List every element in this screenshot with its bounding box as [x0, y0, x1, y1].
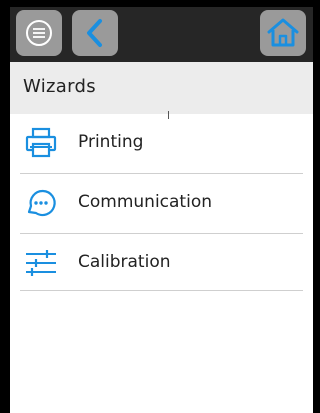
wizard-item-printing[interactable]: Printing: [10, 114, 313, 173]
menu-button[interactable]: [16, 10, 62, 56]
back-button[interactable]: [72, 10, 118, 56]
wizards-panel: Wizards Printing Communication Calibrati…: [10, 62, 313, 413]
chevron-left-icon: [87, 19, 102, 47]
wizard-item-calibration[interactable]: Calibration: [10, 234, 313, 293]
menu-circle-icon: [26, 20, 52, 46]
wizard-item-label: Printing: [78, 132, 144, 152]
home-button[interactable]: [260, 10, 306, 56]
top-toolbar: [10, 7, 313, 62]
page-header: Wizards: [10, 62, 313, 114]
device-screen: Wizards Printing Communication Calibrati…: [0, 0, 316, 413]
divider: [20, 290, 303, 291]
wizard-item-label: Communication: [78, 192, 212, 212]
sliders-icon: [26, 250, 56, 276]
wizard-item-label: Calibration: [78, 252, 171, 272]
wizard-item-communication[interactable]: Communication: [10, 174, 313, 233]
chat-dots-icon: [27, 189, 56, 217]
home-icon: [267, 18, 299, 47]
page-title: Wizards: [23, 76, 96, 97]
printer-icon: [25, 127, 57, 158]
